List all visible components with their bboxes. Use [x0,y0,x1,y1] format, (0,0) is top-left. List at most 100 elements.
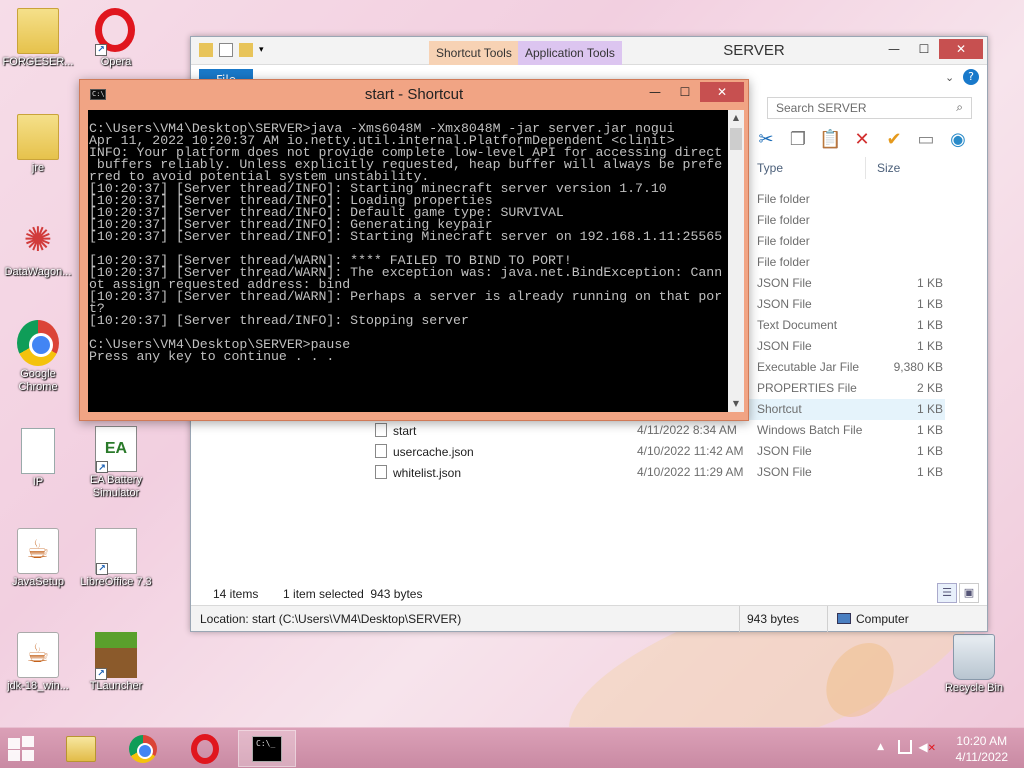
computer-zone: Computer [837,612,909,626]
opera-icon: ↗ [95,8,137,56]
properties-icon[interactable]: ▭ [915,129,937,151]
file-explorer-icon [66,735,96,762]
delete-icon[interactable]: ✕ [851,129,873,151]
file-type: PROPERTIES File [757,381,857,395]
show-hidden-icons-icon[interactable]: ▲ [877,742,884,752]
desktop-icon-label: jdk-18_win... [7,680,69,692]
file-row[interactable]: start 4/11/2022 8:34 AM Windows Batch File… [369,420,945,441]
file-type: JSON File [757,276,812,290]
help-icon[interactable]: ? [963,69,979,85]
minimize-button[interactable]: — [879,39,909,59]
folder-icon [17,8,59,54]
file-icon [375,423,387,437]
close-button[interactable]: ✕ [939,39,983,59]
computer-icon [837,613,851,624]
file-icon [375,465,387,479]
maximize-button[interactable]: ☐ [670,82,700,102]
start-button[interactable] [8,736,38,762]
search-input[interactable]: Search SERVER ⌕ [767,97,972,119]
command-prompt-icon: C:\_ [252,735,282,762]
rename-icon[interactable]: ✔ [883,129,905,151]
console-titlebar[interactable]: C:\ start - Shortcut — ☐ ✕ [80,80,748,108]
file-name-text: usercache.json [393,445,474,459]
explorer-titlebar[interactable]: ▾ Shortcut Tools Application Tools SERVE… [191,37,987,65]
ea-battery-icon: EA ↗ [95,426,137,473]
libreoffice-icon: ↗ [95,528,137,575]
desktop-icon-label: IP [32,476,44,488]
file-size: 1 KB [916,465,943,479]
details-bar: Location: start (C:\Users\VM4\Desktop\SE… [191,605,987,632]
close-button[interactable]: ✕ [700,82,744,102]
desktop-icon-label: Recycle Bin [944,682,1004,694]
java-setup-icon [17,528,59,574]
copy-icon[interactable]: ❐ [787,129,809,151]
chrome-icon [17,320,59,366]
console-output-area[interactable]: C:\Users\VM4\Desktop\SERVER>java -Xms604… [88,110,728,412]
folder-icon [17,114,59,160]
desktop-icon-datawagon[interactable]: ✺ DataWagon... [0,218,76,279]
scroll-thumb[interactable] [730,128,742,150]
taskbar-opera[interactable] [176,730,234,767]
desktop-icon-jdk[interactable]: jdk-18_win... [0,632,76,693]
taskbar-file-explorer[interactable] [52,730,110,767]
desktop-icon-jre[interactable]: jre [0,114,76,175]
file-icon [375,444,387,458]
desktop-icon-label: DataWagon... [4,266,72,278]
file-name-text: start [393,424,417,438]
divider [739,606,740,632]
desktop-icon-google-chrome[interactable]: Google Chrome [0,320,76,394]
minimize-button[interactable]: — [640,82,670,102]
file-row[interactable]: usercache.json 4/10/2022 11:42 AM JSON Fil… [369,441,945,462]
file-size: 9,380 KB [893,360,943,374]
clock[interactable]: 10:20 AM 4/11/2022 [956,733,1009,765]
file-size: 1 KB [916,339,943,353]
recycle-bin-icon [953,634,995,680]
column-header-size[interactable]: Size [877,161,900,175]
desktop-icon-label: Google Chrome [18,368,58,393]
system-tray: ▲ ◀✕ 10:20 AM 4/11/2022 [844,728,1024,768]
file-date: 4/11/2022 8:34 AM [637,423,737,437]
column-header-type[interactable]: Type [757,161,783,175]
large-icons-view-icon[interactable]: ▣ [959,583,979,603]
file-size: 1 KB [916,318,943,332]
desktop-icon-libreoffice[interactable]: ↗ LibreOffice 7.3 [78,528,154,589]
file-size: 1 KB [916,297,943,311]
file-name: usercache.json [375,444,474,459]
desktop-icon-label: EA Battery Simulator [90,474,142,499]
volume-muted-icon[interactable]: ◀✕ [918,740,936,754]
taskbar-google-chrome[interactable] [114,730,172,767]
paste-icon[interactable]: 📋 [819,129,841,151]
computer-label: Computer [856,612,909,626]
desktop-icon-tlauncher[interactable]: ↗ TLauncher [78,632,154,693]
taskbar-command-prompt[interactable]: C:\_ [238,730,296,767]
desktop-icon-label: FORGESER... [2,56,74,68]
java-setup-icon [17,632,59,678]
file-type: File folder [757,192,810,206]
console-window[interactable]: C:\ start - Shortcut — ☐ ✕ C:\Users\VM4\… [79,79,749,421]
cut-icon[interactable]: ✂ [755,129,777,151]
file-name: whitelist.json [375,465,461,480]
file-size: 2 KB [916,381,943,395]
desktop-icon-recycle-bin[interactable]: Recycle Bin [936,634,1012,695]
ribbon-expand-icon[interactable]: ⌄ [945,71,954,84]
desktop-icon-ea-battery-simulator[interactable]: EA ↗ EA Battery Simulator [78,426,154,500]
desktop-icon-opera[interactable]: ↗ Opera [78,8,154,69]
ribbon-toolbar: ✂ ❐ 📋 ✕ ✔ ▭ ◉ [755,129,969,151]
clock-time: 10:20 AM [956,734,1008,748]
file-type: Text Document [757,318,838,332]
file-row[interactable]: whitelist.json 4/10/2022 11:29 AM JSON Fil… [369,462,945,483]
details-view-icon[interactable]: ☰ [937,583,957,603]
network-icon[interactable] [898,740,912,754]
search-icon: ⌕ [956,100,963,114]
size-text: 943 bytes [747,612,800,626]
console-scrollbar[interactable]: ▲ ▼ [728,110,744,412]
file-date: 4/10/2022 11:29 AM [637,465,744,479]
desktop-icon-ip[interactable]: IP [0,428,76,489]
column-divider [865,157,866,179]
desktop-icon-forgeserver[interactable]: FORGESER... [0,8,76,69]
scroll-down-icon[interactable]: ▼ [728,396,744,412]
globe-icon[interactable]: ◉ [947,129,969,151]
scroll-up-icon[interactable]: ▲ [728,110,744,126]
maximize-button[interactable]: ☐ [909,39,939,59]
desktop-icon-javasetup[interactable]: JavaSetup [0,528,76,589]
